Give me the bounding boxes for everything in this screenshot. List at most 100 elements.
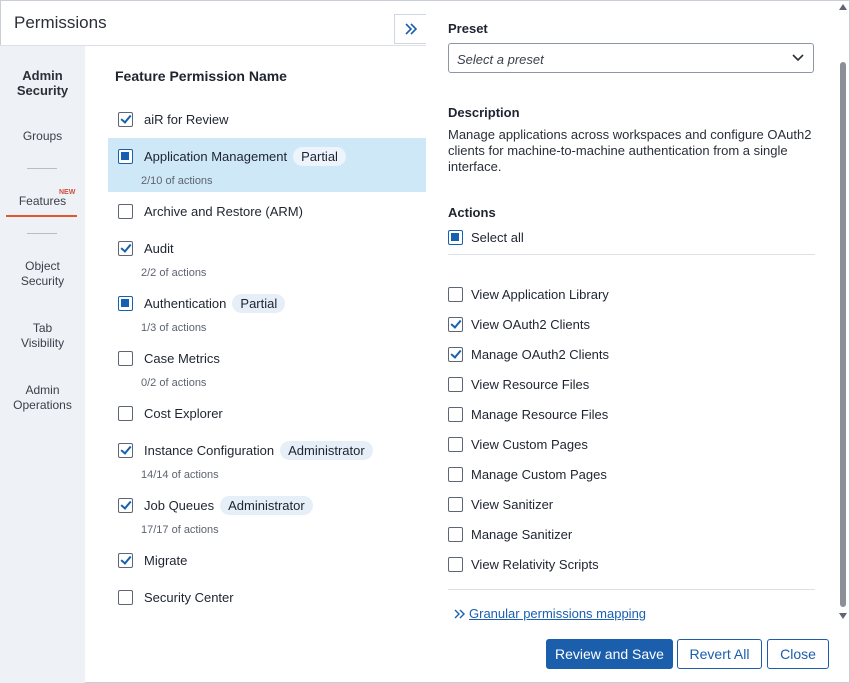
feature-checkbox[interactable]: [118, 405, 133, 421]
divider: [448, 254, 815, 255]
action-manage-custom-pages[interactable]: Manage Custom Pages: [448, 465, 607, 483]
panel-header: Permissions: [0, 0, 426, 46]
feature-name: Archive and Restore (ARM): [144, 203, 303, 219]
review-and-save-button[interactable]: Review and Save: [546, 639, 673, 669]
nav-features[interactable]: Features: [0, 194, 85, 209]
nav-object-security[interactable]: Object Security: [0, 259, 85, 289]
feature-action-count: 14/14 of actions: [141, 469, 219, 481]
nav-admin-operations[interactable]: Admin Operations: [0, 383, 85, 413]
nav-active-indicator: [6, 215, 77, 217]
feature-item-archive-restore[interactable]: Archive and Restore (ARM): [108, 201, 426, 223]
action-view-sanitizer[interactable]: View Sanitizer: [448, 495, 553, 513]
granular-permissions-link-text: Granular permissions mapping: [469, 606, 647, 621]
feature-name: Migrate: [144, 552, 188, 568]
feature-item-air-for-review[interactable]: aiR for Review: [108, 106, 426, 132]
select-all-checkbox[interactable]: [448, 229, 463, 245]
detail-scrollbar[interactable]: [836, 0, 850, 625]
preset-select-value: Select a preset: [457, 52, 544, 67]
action-view-resource-files[interactable]: View Resource Files: [448, 375, 589, 393]
feature-item-audit[interactable]: Audit 2/2 of actions: [108, 238, 426, 282]
feature-checkbox[interactable]: [118, 589, 133, 605]
feature-checkbox[interactable]: [118, 350, 133, 366]
action-label: View Application Library: [471, 286, 609, 302]
nav-groups[interactable]: Groups: [0, 129, 85, 144]
footer-actions: Review and Save Revert All Close: [426, 625, 850, 683]
feature-item-migrate[interactable]: Migrate: [108, 550, 426, 572]
action-label: Manage Custom Pages: [471, 466, 607, 482]
action-view-custom-pages[interactable]: View Custom Pages: [448, 435, 588, 453]
collapse-button[interactable]: [394, 14, 426, 44]
action-view-oauth2-clients[interactable]: View OAuth2 Clients: [448, 315, 590, 333]
action-manage-sanitizer[interactable]: Manage Sanitizer: [448, 525, 572, 543]
action-checkbox[interactable]: [448, 466, 463, 482]
action-label: View Resource Files: [471, 376, 590, 392]
feature-list: Feature Permission Name aiR for Review A…: [85, 46, 426, 626]
feature-name: aiR for Review: [144, 111, 229, 127]
feature-action-count: 17/17 of actions: [141, 524, 219, 536]
feature-action-count: 0/2 of actions: [141, 377, 207, 389]
feature-badge: Partial: [232, 293, 286, 313]
action-checkbox[interactable]: [448, 556, 463, 572]
description-text: Manage applications across workspaces an…: [448, 127, 812, 174]
action-view-application-library[interactable]: View Application Library: [448, 285, 609, 303]
revert-all-button[interactable]: Revert All: [677, 639, 762, 669]
nav-admin-security[interactable]: Admin Security: [0, 68, 85, 98]
action-label: Manage Resource Files: [471, 406, 609, 422]
feature-checkbox[interactable]: [118, 552, 133, 568]
feature-name: Job Queues: [144, 497, 215, 513]
action-manage-oauth2-clients[interactable]: Manage OAuth2 Clients: [448, 345, 609, 363]
feature-item-security-center[interactable]: Security Center: [108, 587, 426, 609]
select-all-checkbox-row[interactable]: Select all: [448, 228, 524, 246]
nav-separator: [27, 168, 57, 169]
feature-item-application-management[interactable]: Application Management Partial 2/10 of a…: [108, 138, 426, 192]
close-button[interactable]: Close: [767, 639, 829, 669]
feature-item-instance-configuration[interactable]: Instance Configuration Administrator 14/…: [108, 440, 426, 484]
chevron-down-icon: [792, 54, 804, 62]
action-checkbox[interactable]: [448, 406, 463, 422]
action-label: View OAuth2 Clients: [471, 316, 590, 332]
permissions-panel: Permissions Admin Security Groups NEW Fe…: [0, 0, 426, 683]
feature-action-count: 1/3 of actions: [141, 322, 207, 334]
action-view-relativity-scripts[interactable]: View Relativity Scripts: [448, 555, 599, 573]
nav-tab-visibility[interactable]: Tab Visibility: [0, 321, 85, 351]
feature-item-authentication[interactable]: Authentication Partial 1/3 of actions: [108, 292, 426, 336]
scroll-thumb[interactable]: [840, 62, 846, 607]
scroll-up-arrow-icon[interactable]: [839, 4, 847, 10]
double-chevron-right-icon: [404, 23, 417, 35]
action-checkbox[interactable]: [448, 316, 463, 332]
feature-checkbox[interactable]: [118, 295, 133, 311]
action-label: View Sanitizer: [471, 496, 554, 512]
category-nav: Admin Security Groups NEW Features Objec…: [0, 46, 85, 683]
granular-permissions-link[interactable]: Granular permissions mapping: [454, 606, 646, 621]
feature-checkbox[interactable]: [118, 148, 133, 164]
action-checkbox[interactable]: [448, 496, 463, 512]
feature-item-cost-explorer[interactable]: Cost Explorer: [108, 403, 426, 425]
feature-badge: Administrator: [280, 440, 373, 460]
action-manage-resource-files[interactable]: Manage Resource Files: [448, 405, 608, 423]
select-all-label: Select all: [471, 229, 524, 245]
feature-list-heading: Feature Permission Name: [115, 68, 287, 84]
action-checkbox[interactable]: [448, 526, 463, 542]
scroll-down-arrow-icon[interactable]: [839, 613, 847, 619]
feature-item-case-metrics[interactable]: Case Metrics 0/2 of actions: [108, 348, 426, 392]
feature-checkbox[interactable]: [118, 442, 133, 458]
feature-name: Case Metrics: [144, 350, 220, 366]
feature-name: Instance Configuration: [144, 442, 275, 458]
feature-name: Cost Explorer: [144, 405, 223, 421]
action-checkbox[interactable]: [448, 286, 463, 302]
action-checkbox[interactable]: [448, 346, 463, 362]
action-checkbox[interactable]: [448, 376, 463, 392]
feature-item-job-queues[interactable]: Job Queues Administrator 17/17 of action…: [108, 494, 426, 538]
feature-checkbox[interactable]: [118, 203, 133, 219]
preset-select[interactable]: Select a preset: [448, 43, 814, 73]
feature-checkbox[interactable]: [118, 497, 133, 513]
action-checkbox[interactable]: [448, 436, 463, 452]
feature-badge: Partial: [293, 146, 346, 166]
feature-action-count: 2/2 of actions: [141, 267, 207, 279]
feature-name: Audit: [144, 240, 174, 256]
action-label: Manage OAuth2 Clients: [471, 346, 610, 362]
feature-detail-panel: Preset Select a preset Description Manag…: [426, 0, 836, 625]
feature-checkbox[interactable]: [118, 111, 133, 127]
feature-checkbox[interactable]: [118, 240, 133, 256]
action-label: View Custom Pages: [471, 436, 588, 452]
